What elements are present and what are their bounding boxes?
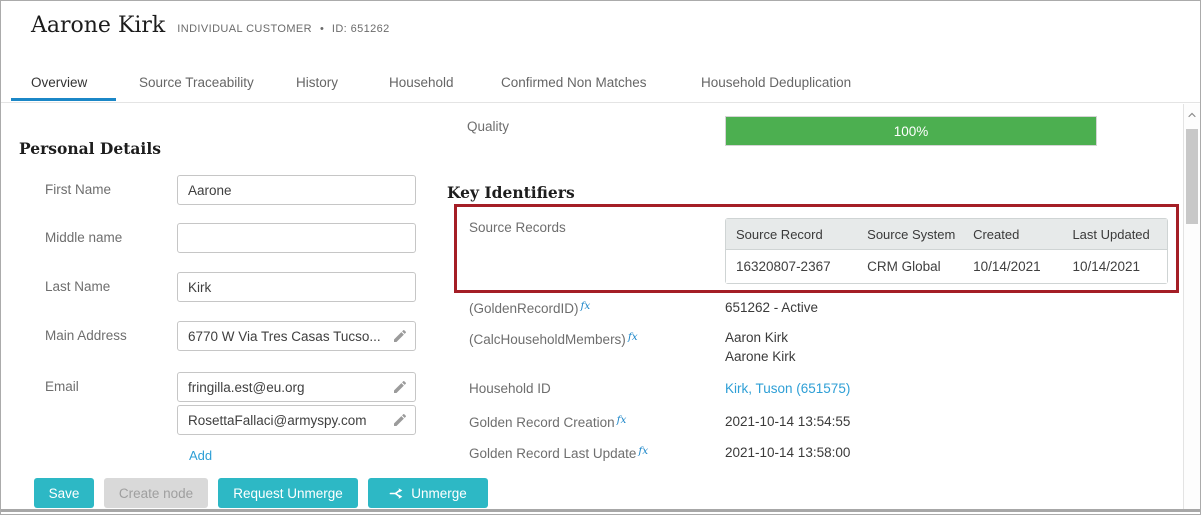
household-member-1: Aaron Kirk xyxy=(725,330,788,345)
unmerge-button[interactable]: Unmerge xyxy=(368,478,488,508)
col-source-record: Source Record xyxy=(726,219,857,250)
quality-percent-text: 100% xyxy=(894,124,929,139)
page-title: Aarone Kirk xyxy=(31,13,165,38)
tab-overview[interactable]: Overview xyxy=(31,75,87,90)
tab-household[interactable]: Household xyxy=(389,75,454,90)
separator-dot: • xyxy=(320,23,324,35)
calc-household-members-label: (CalcHouseholdMembers)fx xyxy=(469,331,638,347)
golden-record-id-label: (GoldenRecordID)fx xyxy=(469,300,590,316)
create-node-button[interactable]: Create node xyxy=(104,478,208,508)
unmerge-button-label: Unmerge xyxy=(411,486,467,501)
main-address-input[interactable] xyxy=(177,321,416,351)
save-button[interactable]: Save xyxy=(34,478,94,508)
key-identifiers-heading: Key Identifiers xyxy=(447,183,575,202)
email-label: Email xyxy=(45,379,79,394)
first-name-label: First Name xyxy=(45,182,111,197)
email-input-1[interactable] xyxy=(177,372,416,402)
edit-pencil-icon[interactable] xyxy=(392,379,408,395)
middle-name-input[interactable] xyxy=(177,223,416,253)
scrollbar-thumb[interactable] xyxy=(1186,129,1198,224)
tab-household-deduplication[interactable]: Household Deduplication xyxy=(701,75,851,90)
window-bottom-border xyxy=(1,509,1200,512)
tab-bar: Overview Source Traceability History Hou… xyxy=(1,61,1200,104)
golden-record-last-update-label: Golden Record Last Updatefx xyxy=(469,445,648,461)
personal-details-heading: Personal Details xyxy=(19,139,161,158)
col-created: Created xyxy=(963,219,1062,250)
source-record-id-cell: 16320807-2367 xyxy=(726,250,857,283)
quality-progress-bar: 100% xyxy=(725,116,1097,146)
household-id-label: Household ID xyxy=(469,381,551,396)
main-address-label: Main Address xyxy=(45,328,127,343)
source-record-row[interactable]: 16320807-2367 CRM Global 10/14/2021 10/1… xyxy=(726,250,1167,283)
request-unmerge-button[interactable]: Request Unmerge xyxy=(218,478,358,508)
add-email-link[interactable]: Add xyxy=(189,448,212,463)
middle-name-label: Middle name xyxy=(45,230,122,245)
edit-pencil-icon[interactable] xyxy=(392,412,408,428)
edit-pencil-icon[interactable] xyxy=(392,328,408,344)
golden-record-id-value: 651262 - Active xyxy=(725,300,818,315)
col-last-updated: Last Updated xyxy=(1062,219,1167,250)
first-name-input[interactable] xyxy=(177,175,416,205)
col-source-system: Source System xyxy=(857,219,963,250)
quality-label: Quality xyxy=(467,119,509,134)
source-system-cell: CRM Global xyxy=(857,250,963,283)
unmerge-split-icon xyxy=(389,486,404,501)
tab-history[interactable]: History xyxy=(296,75,338,90)
chevron-up-icon xyxy=(1186,109,1198,121)
source-records-label: Source Records xyxy=(469,220,566,235)
active-tab-indicator xyxy=(11,98,116,101)
tab-confirmed-non-matches[interactable]: Confirmed Non Matches xyxy=(501,75,647,90)
record-header: Aarone Kirk INDIVIDUAL CUSTOMER • ID: 65… xyxy=(31,13,390,38)
formula-fx-icon: fx xyxy=(581,300,591,312)
last-updated-cell: 10/14/2021 xyxy=(1062,250,1167,283)
entity-id-label: ID: 651262 xyxy=(332,23,390,35)
golden-record-last-update-value: 2021-10-14 13:58:00 xyxy=(725,445,850,460)
household-id-link[interactable]: Kirk, Tuson (651575) xyxy=(725,381,850,396)
household-member-2: Aarone Kirk xyxy=(725,349,796,364)
formula-fx-icon: fx xyxy=(628,331,638,343)
source-records-header-row: Source Record Source System Created Last… xyxy=(726,219,1167,250)
formula-fx-icon: fx xyxy=(617,414,627,426)
customer-detail-window: Aarone Kirk INDIVIDUAL CUSTOMER • ID: 65… xyxy=(0,0,1201,515)
tab-source-traceability[interactable]: Source Traceability xyxy=(139,75,254,90)
formula-fx-icon: fx xyxy=(638,445,648,457)
last-name-input[interactable] xyxy=(177,272,416,302)
tab-bar-divider xyxy=(1,102,1200,103)
last-name-label: Last Name xyxy=(45,279,110,294)
email-input-2[interactable] xyxy=(177,405,416,435)
created-cell: 10/14/2021 xyxy=(963,250,1062,283)
quality-progress-fill: 100% xyxy=(726,117,1096,145)
entity-type-label: INDIVIDUAL CUSTOMER xyxy=(177,23,312,35)
golden-record-creation-value: 2021-10-14 13:54:55 xyxy=(725,414,850,429)
source-records-table: Source Record Source System Created Last… xyxy=(725,218,1168,284)
golden-record-creation-label: Golden Record Creationfx xyxy=(469,414,626,430)
scroll-up-button[interactable] xyxy=(1184,106,1200,124)
vertical-scrollbar[interactable] xyxy=(1183,104,1200,511)
